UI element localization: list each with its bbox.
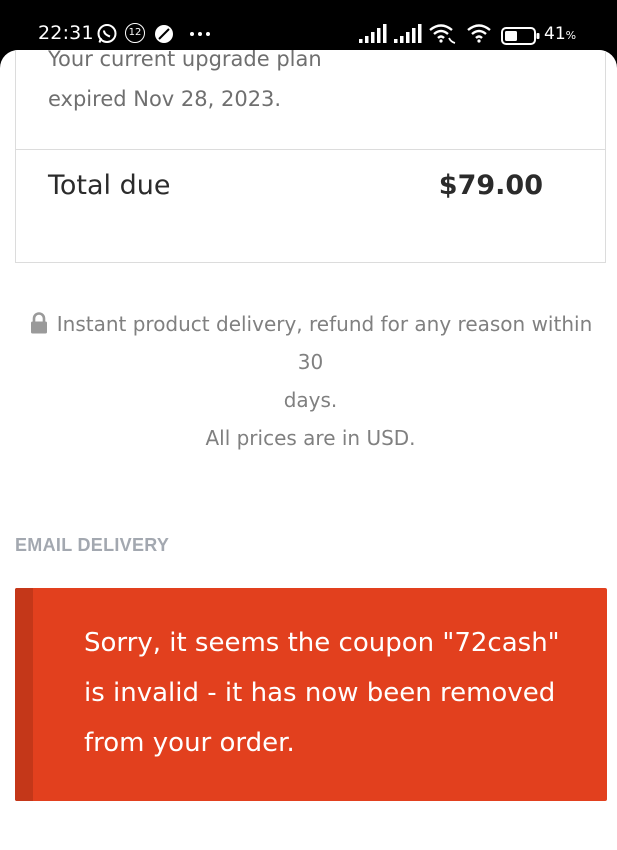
secure-delivery-note: Instant product delivery, refund for any… [15, 305, 606, 457]
status-bar: 22:31 12 41% [0, 0, 617, 56]
coupon-error-message: Sorry, it seems the coupon "72cash" is i… [84, 628, 560, 758]
plan-note-line1: Your current upgrade plan [48, 50, 322, 71]
status-time: 22:31 [38, 22, 94, 44]
battery-icon [501, 27, 540, 45]
more-dots-icon[interactable] [188, 23, 212, 45]
total-due-label: Total due [48, 170, 171, 201]
lock-icon [30, 312, 47, 334]
secure-note-line3: All prices are in USD. [205, 426, 416, 450]
coupon-error-alert: Sorry, it seems the coupon "72cash" is i… [15, 588, 607, 801]
battery-percent: 41% [544, 24, 577, 44]
signal-1-icon [359, 24, 387, 43]
card-divider [16, 149, 605, 150]
signal-2-icon [394, 24, 422, 43]
secure-note-line2: days. [283, 388, 338, 412]
secure-note-line1: Instant product delivery, refund for any… [56, 312, 593, 374]
order-summary-card: Your current upgrade plan expired Nov 28… [15, 50, 606, 263]
plan-note: Your current upgrade plan expired Nov 28… [48, 50, 322, 119]
app-icon [155, 25, 173, 43]
whatsapp-icon [97, 24, 117, 43]
alert-accent-bar [15, 588, 33, 801]
email-delivery-heading: EMAIL DELIVERY [15, 535, 170, 555]
plan-note-line2: expired Nov 28, 2023. [48, 87, 282, 111]
checkout-screen: Your current upgrade plan expired Nov 28… [0, 50, 617, 850]
notification-count-icon: 12 [125, 23, 145, 43]
wifi-calling-icon [429, 24, 456, 44]
wifi-icon [467, 24, 491, 43]
total-due-value: $79.00 [438, 170, 543, 201]
